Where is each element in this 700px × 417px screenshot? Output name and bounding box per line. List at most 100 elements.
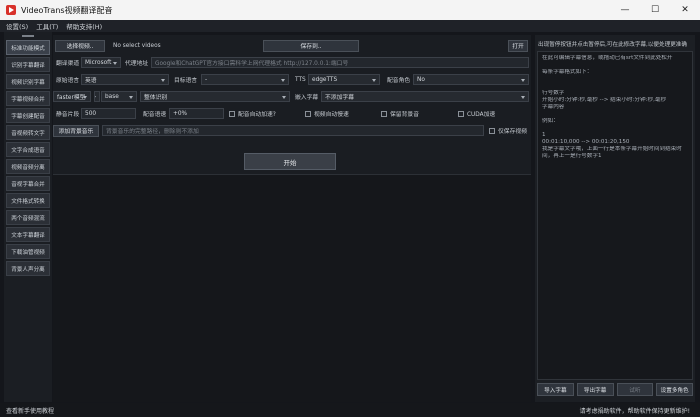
sidebar-item-standard-mode[interactable]: 标准功能模式 xyxy=(6,40,50,55)
sidebar-item-recognize-translate[interactable]: 识别字幕翻译 xyxy=(6,57,50,72)
maximize-button[interactable]: ☐ xyxy=(640,0,670,20)
app-logo-icon xyxy=(6,5,16,15)
bgm-path-input[interactable]: 背景音乐的完整路径，删除则不添加 xyxy=(102,125,484,136)
editor-line: 1 xyxy=(542,132,546,138)
chevron-down-icon xyxy=(521,79,525,82)
tts-label: TTS xyxy=(295,76,306,83)
voice-rate-input[interactable]: +0% xyxy=(169,108,224,119)
save-to-button[interactable]: 保存到.. xyxy=(263,39,359,52)
source-language-select[interactable]: 英语 xyxy=(81,74,169,85)
video-autorate-checkbox[interactable]: 视频自动慢速 xyxy=(305,109,349,118)
subtitle-edit-hint: 出现暂停按钮并点击暂停后,可在此修改字幕,以便处理更准确 xyxy=(538,42,687,48)
checkbox-icon xyxy=(229,110,235,117)
selected-video-text: No select videos xyxy=(113,42,161,49)
sidebar-item-audio-to-text[interactable]: 音视频转文字 xyxy=(6,125,50,140)
voice-rate-label: 配音语速 xyxy=(143,112,167,118)
select-video-button[interactable]: 选择视频.. xyxy=(55,39,105,52)
target-language-label: 目标语言 xyxy=(174,78,198,84)
silence-segment-input[interactable]: 500 xyxy=(81,108,136,119)
keep-bgm-checkbox[interactable]: 保留背景音 xyxy=(381,109,419,118)
proxy-input[interactable]: Google和ChatGPT官方接口需科学上网代理格式 http://127.0… xyxy=(151,57,529,68)
editor-line xyxy=(542,83,688,90)
sidebar-item-av-subtitle-merge[interactable]: 音视字幕合并 xyxy=(6,176,50,191)
checkbox-icon xyxy=(305,110,311,117)
sidebar-item-subtitle-video-merge[interactable]: 字幕视频合并 xyxy=(6,91,50,106)
chevron-down-icon xyxy=(521,96,525,99)
model-type-select[interactable] xyxy=(94,91,100,102)
main-panel: 选择视频.. No select videos 保存到.. 打开 翻译渠道 Mi… xyxy=(53,35,531,402)
log-output-area xyxy=(53,174,531,402)
target-language-select[interactable]: - xyxy=(201,74,289,85)
editor-line: 每条字幕格式如下： xyxy=(542,69,593,75)
window-title: VideoTrans视频翻译配音 xyxy=(21,5,113,15)
save-video-only-checkbox[interactable]: 仅保存视频 xyxy=(489,126,527,135)
editor-line: 间，再上一是行号数字1 xyxy=(542,153,602,159)
sidebar-item-text-to-speech[interactable]: 文字合成语音 xyxy=(6,142,50,157)
chevron-down-icon xyxy=(95,96,96,99)
menu-tools[interactable]: 工具(T) xyxy=(36,21,58,31)
checkbox-icon xyxy=(381,110,387,117)
checkbox-icon xyxy=(489,127,495,134)
editor-line: 我是字幕文字哦，上面一行是本条字幕开始时间到结束时 xyxy=(542,146,682,152)
sidebar-item-text-subtitle-translate[interactable]: 文本字幕翻译 xyxy=(6,227,50,242)
start-button[interactable]: 开始 xyxy=(244,153,336,170)
editor-line xyxy=(542,76,688,83)
status-bar: 查看新手使用教程 请考虑捐助软件，帮助软件保持更新维护! xyxy=(0,403,700,417)
chevron-down-icon xyxy=(282,96,286,99)
chevron-down-icon xyxy=(372,79,376,82)
sidebar-item-subtitle-dubbing[interactable]: 字幕创建配音 xyxy=(6,108,50,123)
proxy-label: 代理地址 xyxy=(125,61,149,67)
editor-line: 字幕内容 xyxy=(542,104,565,110)
editor-line: 开始小时:分钟:秒,毫秒 --> 结束小时:分钟:秒,毫秒 xyxy=(542,97,667,103)
editor-line: 00:01:10,000 --> 00:01:20,150 xyxy=(542,139,630,145)
editor-line: 行号数字 xyxy=(542,90,565,96)
close-button[interactable]: ✕ xyxy=(670,0,700,20)
sidebar-item-video-audio-split[interactable]: 视频音频分离 xyxy=(6,159,50,174)
editor-line: 在此可编辑字幕信息，或拖动已有srt文件到此处松开 xyxy=(542,55,673,61)
import-subtitle-button[interactable]: 导入字幕 xyxy=(537,383,574,396)
toolbar-grip-icon[interactable] xyxy=(4,32,52,40)
title-bar: VideoTrans视频翻译配音 — ☐ ✕ xyxy=(0,0,700,20)
chevron-down-icon xyxy=(161,79,165,82)
minimize-button[interactable]: — xyxy=(610,0,640,20)
voice-role-label: 配音角色 xyxy=(387,78,411,84)
translate-channel-select[interactable]: Microsoft xyxy=(81,57,121,68)
voice-role-select[interactable]: No xyxy=(413,74,529,85)
sidebar-item-video-recognize[interactable]: 视频识别字幕 xyxy=(6,74,50,89)
editor-line: 例如： xyxy=(542,118,559,124)
editor-line xyxy=(542,125,688,132)
voice-autorate-checkbox[interactable]: 配音自动加速? xyxy=(229,109,276,118)
editor-line xyxy=(542,111,688,118)
translate-channel-label: 翻译渠道 xyxy=(56,61,80,67)
model-size-select[interactable]: base xyxy=(101,91,137,102)
embed-subtitle-label: 嵌入字幕 xyxy=(295,95,319,101)
tts-select[interactable]: edgeTTS xyxy=(308,74,380,85)
menu-help[interactable]: 帮助支持(H) xyxy=(66,21,102,31)
donate-link[interactable]: 请考虑捐助软件，帮助软件保持更新维护! xyxy=(580,406,690,415)
add-bgm-button[interactable]: 添加背景音乐 xyxy=(53,124,99,137)
cuda-checkbox[interactable]: CUDA加速 xyxy=(458,109,495,118)
subtitle-editor[interactable]: 在此可编辑字幕信息，或拖动已有srt文件到此处松开 每条字幕格式如下： 行号数字… xyxy=(537,51,693,380)
chevron-down-icon xyxy=(281,79,285,82)
preview-listen-button[interactable]: 试听 xyxy=(616,383,654,396)
sidebar-item-format-convert[interactable]: 文件格式转换 xyxy=(6,193,50,208)
sidebar-item-audio-mix[interactable]: 两个音频混流 xyxy=(6,210,50,225)
sidebar-item-youtube-download[interactable]: 下载油管视频 xyxy=(6,244,50,259)
recognize-mode-select[interactable]: 整体识别 xyxy=(140,91,290,102)
export-subtitle-button[interactable]: 导出字幕 xyxy=(576,383,614,396)
menu-bar: 设置(S) 工具(T) 帮助支持(H) xyxy=(0,20,700,32)
menu-settings[interactable]: 设置(S) xyxy=(6,21,28,31)
subtitle-editor-panel: 出现暂停按钮并点击暂停后,可在此修改字幕,以便处理更准确 在此可编辑字幕信息，或… xyxy=(535,35,695,402)
source-language-label: 原始语言 xyxy=(56,78,80,84)
multi-role-button[interactable]: 设置多角色 xyxy=(656,383,693,396)
editor-line xyxy=(542,62,688,69)
tutorial-link[interactable]: 查看新手使用教程 xyxy=(6,406,54,415)
function-sidebar: 标准功能模式 识别字幕翻译 视频识别字幕 字幕视频合并 字幕创建配音 音视频转文… xyxy=(4,32,52,402)
embed-subtitle-select[interactable]: 不添加字幕 xyxy=(321,91,529,102)
silence-segment-label: 静音片段 xyxy=(56,112,80,118)
checkbox-icon xyxy=(458,110,464,117)
whisper-model-select[interactable]: faster模型 xyxy=(53,91,91,102)
sidebar-item-vocal-separate[interactable]: 背景人声分离 xyxy=(6,261,50,276)
open-folder-button[interactable]: 打开 xyxy=(508,39,528,52)
chevron-down-icon xyxy=(83,96,87,99)
